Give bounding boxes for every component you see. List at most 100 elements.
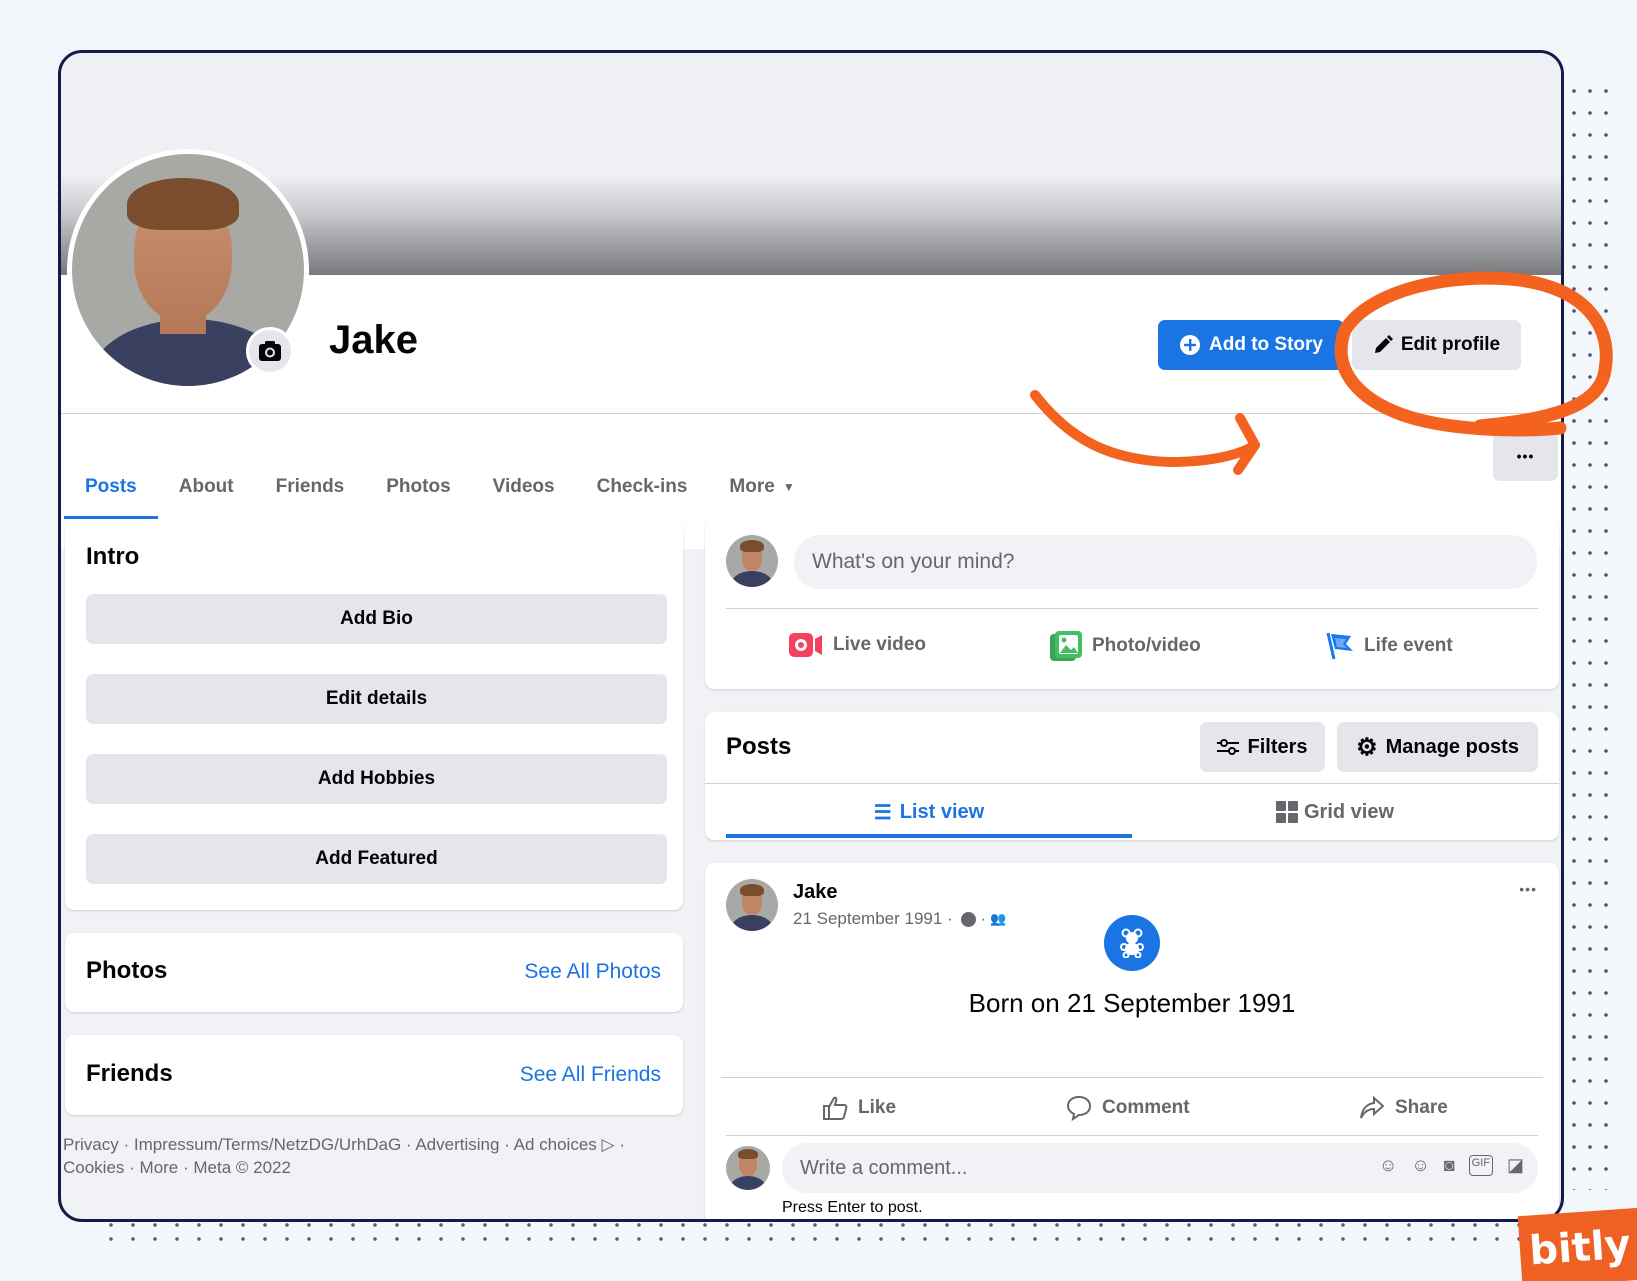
- camera-icon: [259, 341, 281, 361]
- gif-icon[interactable]: GIF: [1468, 1155, 1493, 1176]
- tab-label: Photos: [386, 476, 451, 497]
- post-date[interactable]: 21 September 1991 ·: [793, 909, 957, 929]
- footer-links: Privacy · Impressum/Terms/NetzDG/UrhDaG …: [63, 1135, 625, 1177]
- add-to-story-button[interactable]: Add to Story: [1158, 320, 1344, 370]
- footer-link-terms[interactable]: Impressum/Terms/NetzDG/UrhDaG: [134, 1135, 401, 1154]
- footer-link-cookies[interactable]: Cookies: [63, 1158, 124, 1177]
- post-meta: 21 September 1991 · · 👥: [793, 909, 1006, 929]
- manage-posts-button[interactable]: ⚙ Manage posts: [1337, 722, 1538, 772]
- profile-more-options-button[interactable]: •••: [1493, 431, 1558, 481]
- life-event-text: Born on 21 September 1991: [968, 988, 1296, 1018]
- browser-frame: Jake Add to Story Edit profile Posts Abo…: [58, 50, 1564, 1222]
- separator: ·: [980, 909, 987, 928]
- camera-icon[interactable]: ◙: [1444, 1155, 1455, 1176]
- manage-posts-label: Manage posts: [1385, 735, 1519, 758]
- commenter-avatar[interactable]: [726, 1146, 770, 1190]
- friends-title: Friends: [86, 1060, 173, 1087]
- ad-choices-icon: ▷: [601, 1135, 615, 1154]
- tab-label: Posts: [85, 476, 137, 497]
- post-options-button[interactable]: •••: [1519, 881, 1537, 897]
- comment-hint: Press Enter to post.: [782, 1199, 923, 1216]
- comment-button[interactable]: Comment: [1066, 1095, 1190, 1121]
- header-divider: [61, 413, 1561, 414]
- sticker-icon[interactable]: ◪: [1507, 1155, 1524, 1176]
- comment-input[interactable]: Write a comment... ☺ ☺ ◙ GIF ◪: [782, 1143, 1538, 1193]
- grid-view-tab[interactable]: Grid view: [1132, 784, 1538, 840]
- add-bio-button[interactable]: Add Bio: [86, 594, 667, 644]
- add-to-story-label: Add to Story: [1209, 334, 1323, 355]
- share-icon: [1360, 1095, 1385, 1119]
- edit-profile-button[interactable]: Edit profile: [1352, 320, 1521, 370]
- see-all-friends-link[interactable]: See All Friends: [520, 1063, 661, 1087]
- divider: [721, 1077, 1543, 1078]
- post-author-avatar[interactable]: [726, 879, 778, 931]
- plus-circle-icon: [1180, 335, 1200, 355]
- share-button[interactable]: Share: [1359, 1095, 1448, 1121]
- posts-section-title: Posts: [726, 733, 792, 760]
- update-profile-picture-button[interactable]: [246, 327, 294, 375]
- life-event-button[interactable]: Life event: [1326, 631, 1453, 661]
- filters-button[interactable]: Filters: [1200, 722, 1325, 772]
- life-event-label: Life event: [1364, 635, 1453, 656]
- list-view-tab[interactable]: ☰ List view: [726, 784, 1132, 840]
- decorative-dots: [1566, 80, 1614, 1190]
- tab-label: Friends: [275, 476, 345, 497]
- footer-link-advertising[interactable]: Advertising: [415, 1135, 499, 1154]
- bitly-logo: bitly: [1517, 1207, 1637, 1281]
- photo-video-button[interactable]: Photo/video: [1050, 631, 1201, 661]
- footer-link-ad-choices[interactable]: Ad choices: [514, 1135, 597, 1154]
- live-video-icon: [789, 633, 822, 657]
- live-video-label: Live video: [833, 634, 926, 655]
- composer-card: What's on your mind? Live video Photo/vi…: [705, 519, 1559, 689]
- separator: ·: [178, 1158, 194, 1177]
- friends-card: Friends See All Friends: [65, 1035, 683, 1115]
- divider: [726, 1135, 1538, 1136]
- comment-placeholder: Write a comment...: [800, 1156, 968, 1179]
- decorative-dots: [100, 1218, 1560, 1248]
- avatar[interactable]: [726, 535, 778, 587]
- active-tab-indicator: [726, 834, 1132, 838]
- photos-title: Photos: [86, 957, 168, 984]
- teddy-bear-icon: [1104, 915, 1160, 971]
- share-label: Share: [1395, 1097, 1448, 1118]
- add-hobbies-button[interactable]: Add Hobbies: [86, 754, 667, 804]
- grid-icon: [1275, 801, 1298, 823]
- emoji-icon[interactable]: ☺: [1411, 1155, 1429, 1176]
- edit-details-button[interactable]: Edit details: [86, 674, 667, 724]
- status-input[interactable]: What's on your mind?: [794, 535, 1537, 589]
- see-all-photos-link[interactable]: See All Photos: [524, 960, 661, 984]
- divider: [726, 608, 1538, 609]
- footer-link-more[interactable]: More: [140, 1158, 179, 1177]
- avatar-sticker-icon[interactable]: ☺: [1379, 1155, 1397, 1176]
- posts-header-card: Posts Filters ⚙ Manage posts ☰ List view…: [705, 712, 1559, 840]
- pencil-icon: [1374, 335, 1393, 353]
- add-featured-button[interactable]: Add Featured: [86, 834, 667, 884]
- intro-title: Intro: [86, 543, 140, 570]
- post-author-name[interactable]: Jake: [793, 881, 838, 904]
- copyright: Meta © 2022: [193, 1158, 291, 1177]
- like-label: Like: [858, 1097, 897, 1118]
- separator: ·: [118, 1135, 134, 1154]
- thumbs-up-icon: [823, 1096, 848, 1120]
- list-icon: ☰: [873, 801, 892, 824]
- clock-icon: [961, 911, 977, 927]
- tab-label: About: [178, 476, 234, 497]
- list-view-label: List view: [899, 800, 985, 823]
- footer-link-privacy[interactable]: Privacy: [63, 1135, 119, 1154]
- separator: ·: [124, 1158, 140, 1177]
- filters-icon: [1217, 739, 1240, 755]
- filters-label: Filters: [1247, 735, 1308, 758]
- comment-icon: [1066, 1095, 1092, 1121]
- tab-label: Check-ins: [596, 476, 688, 497]
- tab-label: Videos: [492, 476, 555, 497]
- gear-icon: ⚙: [1356, 733, 1378, 761]
- grid-view-label: Grid view: [1303, 800, 1395, 823]
- separator: ·: [401, 1135, 416, 1154]
- comment-tools: ☺ ☺ ◙ GIF ◪: [1379, 1155, 1524, 1176]
- separator: ·: [499, 1135, 514, 1154]
- tab-label: More: [729, 476, 775, 497]
- more-dots-icon: •••: [1516, 448, 1535, 464]
- live-video-button[interactable]: Live video: [789, 631, 926, 659]
- like-button[interactable]: Like: [822, 1095, 896, 1121]
- photos-card: Photos See All Photos: [65, 933, 683, 1012]
